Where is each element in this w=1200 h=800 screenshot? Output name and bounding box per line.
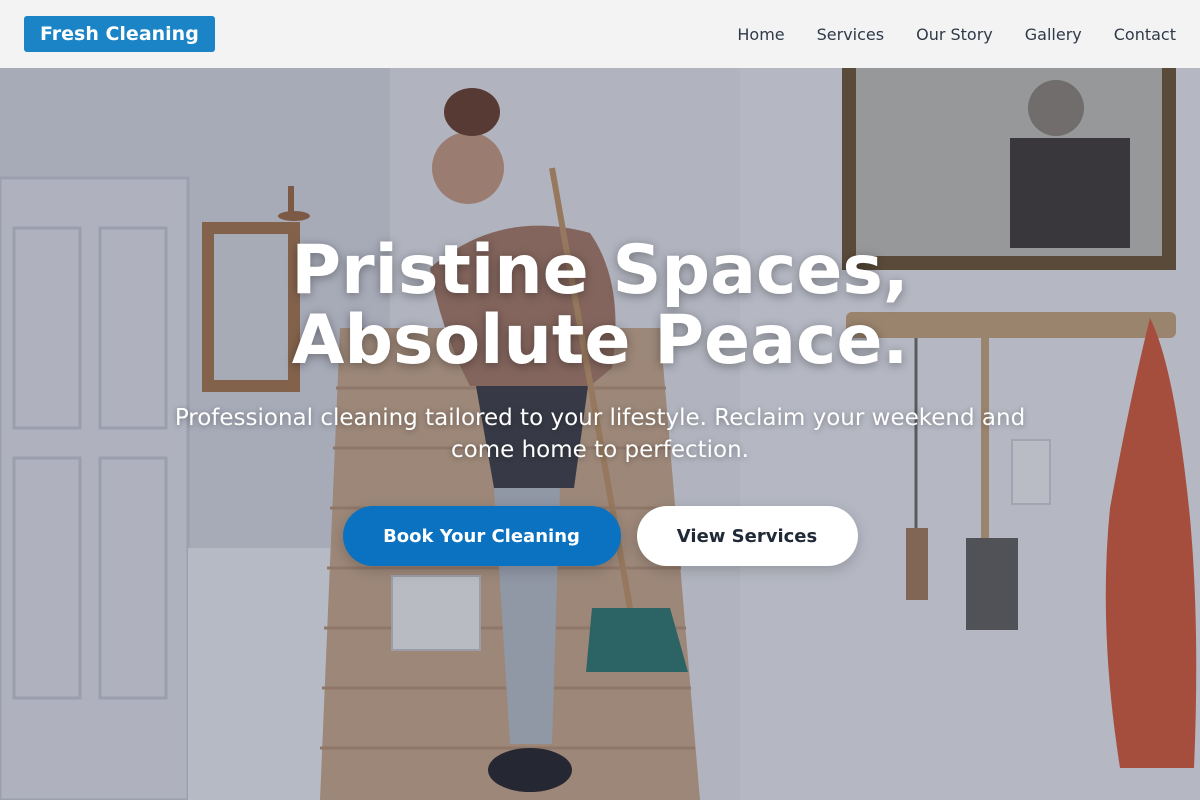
nav-link-gallery[interactable]: Gallery (1025, 25, 1082, 44)
brand-logo[interactable]: Fresh Cleaning (24, 16, 215, 52)
nav-link-services[interactable]: Services (817, 25, 884, 44)
hero-cta-group: Book Your Cleaning View Services (0, 506, 1200, 566)
hero-content: Pristine Spaces, Absolute Peace. Profess… (0, 68, 1200, 800)
hero-title-line-1: Pristine Spaces, (291, 231, 909, 310)
hero-title: Pristine Spaces, Absolute Peace. (0, 236, 1200, 376)
book-cleaning-button[interactable]: Book Your Cleaning (342, 506, 621, 566)
hero-section: Pristine Spaces, Absolute Peace. Profess… (0, 68, 1200, 800)
main-nav: Home Services Our Story Gallery Contact (737, 25, 1176, 44)
view-services-button[interactable]: View Services (636, 506, 858, 566)
site-header: Fresh Cleaning Home Services Our Story G… (0, 0, 1200, 68)
hero-subtitle: Professional cleaning tailored to your l… (174, 405, 1026, 463)
nav-link-home[interactable]: Home (737, 25, 784, 44)
nav-link-contact[interactable]: Contact (1114, 25, 1176, 44)
nav-link-our-story[interactable]: Our Story (916, 25, 993, 44)
hero-title-line-2: Absolute Peace. (291, 301, 909, 380)
